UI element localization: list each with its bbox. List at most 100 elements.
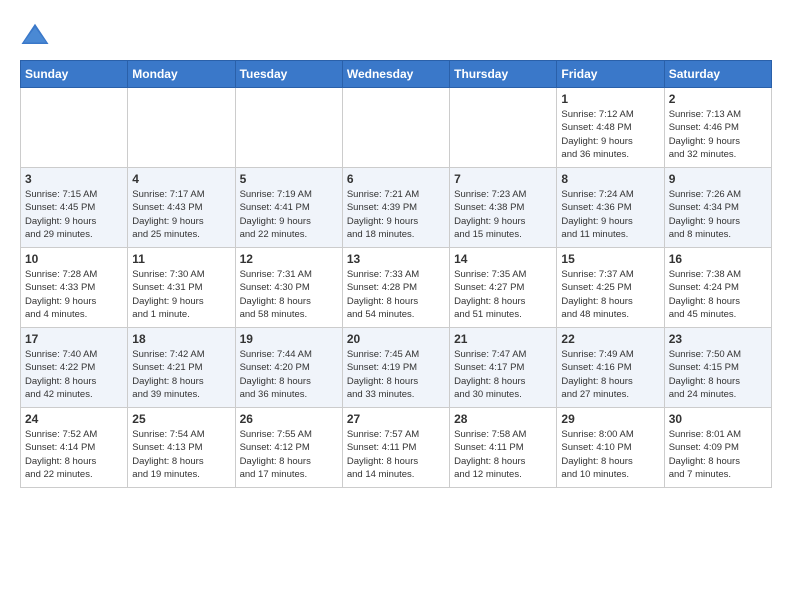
day-info: Sunrise: 7:45 AM Sunset: 4:19 PM Dayligh… (347, 348, 445, 401)
calendar-cell: 6 Sunrise: 7:21 AM Sunset: 4:39 PM Daylig… (342, 168, 449, 248)
day-number: 19 (240, 332, 338, 346)
calendar-cell: 12 Sunrise: 7:31 AM Sunset: 4:30 PM Dayli… (235, 248, 342, 328)
day-info: Sunrise: 8:00 AM Sunset: 4:10 PM Dayligh… (561, 428, 659, 481)
day-info: Sunrise: 7:50 AM Sunset: 4:15 PM Dayligh… (669, 348, 767, 401)
calendar-cell: 11 Sunrise: 7:30 AM Sunset: 4:31 PM Dayli… (128, 248, 235, 328)
day-number: 29 (561, 412, 659, 426)
day-number: 1 (561, 92, 659, 106)
calendar-cell: 2 Sunrise: 7:13 AM Sunset: 4:46 PM Daylig… (664, 88, 771, 168)
calendar-cell: 22 Sunrise: 7:49 AM Sunset: 4:16 PM Dayli… (557, 328, 664, 408)
calendar-week-row: 1 Sunrise: 7:12 AM Sunset: 4:48 PM Daylig… (21, 88, 772, 168)
day-number: 16 (669, 252, 767, 266)
calendar-cell: 14 Sunrise: 7:35 AM Sunset: 4:27 PM Dayli… (450, 248, 557, 328)
calendar-cell (342, 88, 449, 168)
calendar-cell: 18 Sunrise: 7:42 AM Sunset: 4:21 PM Dayli… (128, 328, 235, 408)
day-number: 12 (240, 252, 338, 266)
day-number: 9 (669, 172, 767, 186)
day-info: Sunrise: 7:13 AM Sunset: 4:46 PM Dayligh… (669, 108, 767, 161)
calendar-week-row: 17 Sunrise: 7:40 AM Sunset: 4:22 PM Dayli… (21, 328, 772, 408)
day-number: 26 (240, 412, 338, 426)
day-info: Sunrise: 7:52 AM Sunset: 4:14 PM Dayligh… (25, 428, 123, 481)
day-info: Sunrise: 7:38 AM Sunset: 4:24 PM Dayligh… (669, 268, 767, 321)
calendar-cell: 27 Sunrise: 7:57 AM Sunset: 4:11 PM Dayli… (342, 408, 449, 488)
calendar-cell: 21 Sunrise: 7:47 AM Sunset: 4:17 PM Dayli… (450, 328, 557, 408)
calendar-cell: 28 Sunrise: 7:58 AM Sunset: 4:11 PM Dayli… (450, 408, 557, 488)
day-number: 21 (454, 332, 552, 346)
day-of-week-header: Monday (128, 61, 235, 88)
calendar-cell: 25 Sunrise: 7:54 AM Sunset: 4:13 PM Dayli… (128, 408, 235, 488)
day-of-week-header: Tuesday (235, 61, 342, 88)
logo-icon (20, 20, 50, 50)
calendar-cell: 29 Sunrise: 8:00 AM Sunset: 4:10 PM Dayli… (557, 408, 664, 488)
day-number: 8 (561, 172, 659, 186)
day-info: Sunrise: 7:31 AM Sunset: 4:30 PM Dayligh… (240, 268, 338, 321)
calendar-cell: 8Sunrise: 7:24 AM Sunset: 4:36 PM Daylig… (557, 168, 664, 248)
day-of-week-header: Friday (557, 61, 664, 88)
day-of-week-header: Thursday (450, 61, 557, 88)
day-of-week-header: Sunday (21, 61, 128, 88)
day-info: Sunrise: 7:35 AM Sunset: 4:27 PM Dayligh… (454, 268, 552, 321)
day-info: Sunrise: 7:28 AM Sunset: 4:33 PM Dayligh… (25, 268, 123, 321)
calendar-cell (450, 88, 557, 168)
calendar-cell: 10 Sunrise: 7:28 AM Sunset: 4:33 PM Dayli… (21, 248, 128, 328)
day-of-week-header: Wednesday (342, 61, 449, 88)
day-number: 22 (561, 332, 659, 346)
day-number: 3 (25, 172, 123, 186)
day-info: Sunrise: 7:42 AM Sunset: 4:21 PM Dayligh… (132, 348, 230, 401)
calendar-cell: 20 Sunrise: 7:45 AM Sunset: 4:19 PM Dayli… (342, 328, 449, 408)
calendar-cell: 23 Sunrise: 7:50 AM Sunset: 4:15 PM Dayli… (664, 328, 771, 408)
calendar-cell: 4 Sunrise: 7:17 AM Sunset: 4:43 PM Daylig… (128, 168, 235, 248)
calendar-cell (21, 88, 128, 168)
day-info: Sunrise: 7:47 AM Sunset: 4:17 PM Dayligh… (454, 348, 552, 401)
day-info: Sunrise: 7:44 AM Sunset: 4:20 PM Dayligh… (240, 348, 338, 401)
day-info: Sunrise: 7:12 AM Sunset: 4:48 PM Dayligh… (561, 108, 659, 161)
day-info: Sunrise: 7:33 AM Sunset: 4:28 PM Dayligh… (347, 268, 445, 321)
calendar-cell: 13Sunrise: 7:33 AM Sunset: 4:28 PM Dayli… (342, 248, 449, 328)
day-number: 25 (132, 412, 230, 426)
day-info: Sunrise: 7:57 AM Sunset: 4:11 PM Dayligh… (347, 428, 445, 481)
day-number: 27 (347, 412, 445, 426)
calendar-cell: 26Sunrise: 7:55 AM Sunset: 4:12 PM Dayli… (235, 408, 342, 488)
day-number: 7 (454, 172, 552, 186)
day-number: 5 (240, 172, 338, 186)
day-number: 6 (347, 172, 445, 186)
calendar-week-row: 24Sunrise: 7:52 AM Sunset: 4:14 PM Dayli… (21, 408, 772, 488)
calendar-cell (235, 88, 342, 168)
day-number: 20 (347, 332, 445, 346)
day-number: 23 (669, 332, 767, 346)
calendar-cell: 24Sunrise: 7:52 AM Sunset: 4:14 PM Dayli… (21, 408, 128, 488)
day-number: 28 (454, 412, 552, 426)
day-info: Sunrise: 7:58 AM Sunset: 4:11 PM Dayligh… (454, 428, 552, 481)
calendar-cell: 30Sunrise: 8:01 AM Sunset: 4:09 PM Dayli… (664, 408, 771, 488)
day-info: Sunrise: 7:17 AM Sunset: 4:43 PM Dayligh… (132, 188, 230, 241)
day-number: 18 (132, 332, 230, 346)
logo (20, 20, 54, 50)
day-number: 17 (25, 332, 123, 346)
day-info: Sunrise: 7:26 AM Sunset: 4:34 PM Dayligh… (669, 188, 767, 241)
calendar-cell: 3 Sunrise: 7:15 AM Sunset: 4:45 PM Daylig… (21, 168, 128, 248)
day-number: 2 (669, 92, 767, 106)
calendar-cell (128, 88, 235, 168)
day-info: Sunrise: 7:19 AM Sunset: 4:41 PM Dayligh… (240, 188, 338, 241)
day-info: Sunrise: 7:30 AM Sunset: 4:31 PM Dayligh… (132, 268, 230, 321)
calendar-week-row: 3 Sunrise: 7:15 AM Sunset: 4:45 PM Daylig… (21, 168, 772, 248)
calendar-cell: 19 Sunrise: 7:44 AM Sunset: 4:20 PM Dayli… (235, 328, 342, 408)
day-info: Sunrise: 7:15 AM Sunset: 4:45 PM Dayligh… (25, 188, 123, 241)
day-info: Sunrise: 7:37 AM Sunset: 4:25 PM Dayligh… (561, 268, 659, 321)
day-number: 15 (561, 252, 659, 266)
day-number: 4 (132, 172, 230, 186)
day-number: 14 (454, 252, 552, 266)
day-info: Sunrise: 7:49 AM Sunset: 4:16 PM Dayligh… (561, 348, 659, 401)
day-number: 10 (25, 252, 123, 266)
calendar-cell: 1 Sunrise: 7:12 AM Sunset: 4:48 PM Daylig… (557, 88, 664, 168)
day-number: 30 (669, 412, 767, 426)
calendar-week-row: 10 Sunrise: 7:28 AM Sunset: 4:33 PM Dayli… (21, 248, 772, 328)
day-info: Sunrise: 7:21 AM Sunset: 4:39 PM Dayligh… (347, 188, 445, 241)
calendar-table: SundayMondayTuesdayWednesdayThursdayFrid… (20, 60, 772, 488)
calendar-cell: 5 Sunrise: 7:19 AM Sunset: 4:41 PM Daylig… (235, 168, 342, 248)
calendar-header-row: SundayMondayTuesdayWednesdayThursdayFrid… (21, 61, 772, 88)
day-number: 11 (132, 252, 230, 266)
day-info: Sunrise: 7:40 AM Sunset: 4:22 PM Dayligh… (25, 348, 123, 401)
day-info: Sunrise: 7:54 AM Sunset: 4:13 PM Dayligh… (132, 428, 230, 481)
calendar-cell: 15 Sunrise: 7:37 AM Sunset: 4:25 PM Dayli… (557, 248, 664, 328)
